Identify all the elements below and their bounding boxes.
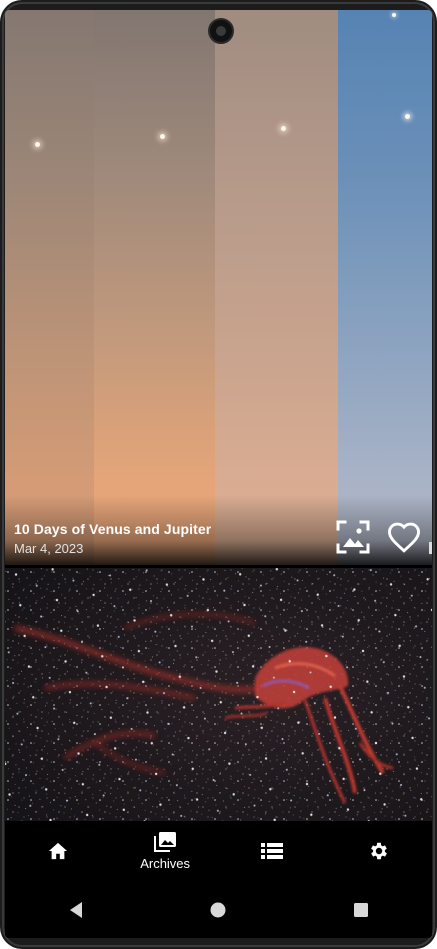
nav-item-archives[interactable]: Archives: [125, 823, 205, 879]
front-camera: [208, 18, 234, 44]
sky-panel-2: [94, 10, 215, 565]
nebula-image-card[interactable]: [5, 568, 432, 821]
planet-dot: [35, 142, 40, 147]
bottom-navigation-bar: Archives: [5, 821, 432, 881]
system-navigation-bar: [5, 882, 432, 938]
sky-panel-1: [5, 10, 94, 565]
back-icon: [70, 902, 83, 918]
settings-icon: [370, 842, 387, 860]
planet-dot: [160, 134, 165, 139]
home-circle-icon: [210, 902, 226, 918]
scroll-edge-indicator: [429, 542, 432, 554]
nav-item-list[interactable]: [232, 823, 312, 879]
featured-image-card[interactable]: 10 Days of Venus and Jupiter Mar 4, 2023: [5, 10, 432, 565]
sky-panel-4: [338, 10, 432, 565]
nav-label-archives: Archives: [140, 856, 191, 871]
recents-icon: [353, 903, 368, 917]
device-frame: 10 Days of Venus and Jupiter Mar 4, 2023: [0, 0, 437, 949]
list-icon: [260, 843, 283, 859]
planet-dot: [405, 114, 410, 119]
nav-item-settings[interactable]: [339, 823, 419, 879]
featured-title: 10 Days of Venus and Jupiter: [14, 521, 212, 537]
nav-item-home[interactable]: [18, 823, 98, 879]
system-back-button[interactable]: [46, 890, 106, 930]
screen: 10 Days of Venus and Jupiter Mar 4, 2023: [5, 10, 432, 938]
set-wallpaper-icon: [336, 520, 370, 554]
sky-panel-3: [215, 10, 338, 565]
heart-outline-icon: [387, 522, 421, 553]
planet-dot: [281, 126, 286, 131]
planet-dot: [392, 13, 396, 17]
system-recents-button[interactable]: [331, 890, 391, 930]
featured-date: Mar 4, 2023: [14, 541, 84, 556]
home-icon: [49, 842, 68, 860]
nebula-photo: [5, 568, 432, 821]
set-wallpaper-button[interactable]: [334, 518, 372, 556]
archives-icon: [154, 832, 177, 852]
favorite-button[interactable]: [384, 518, 424, 556]
system-home-button[interactable]: [188, 890, 248, 930]
